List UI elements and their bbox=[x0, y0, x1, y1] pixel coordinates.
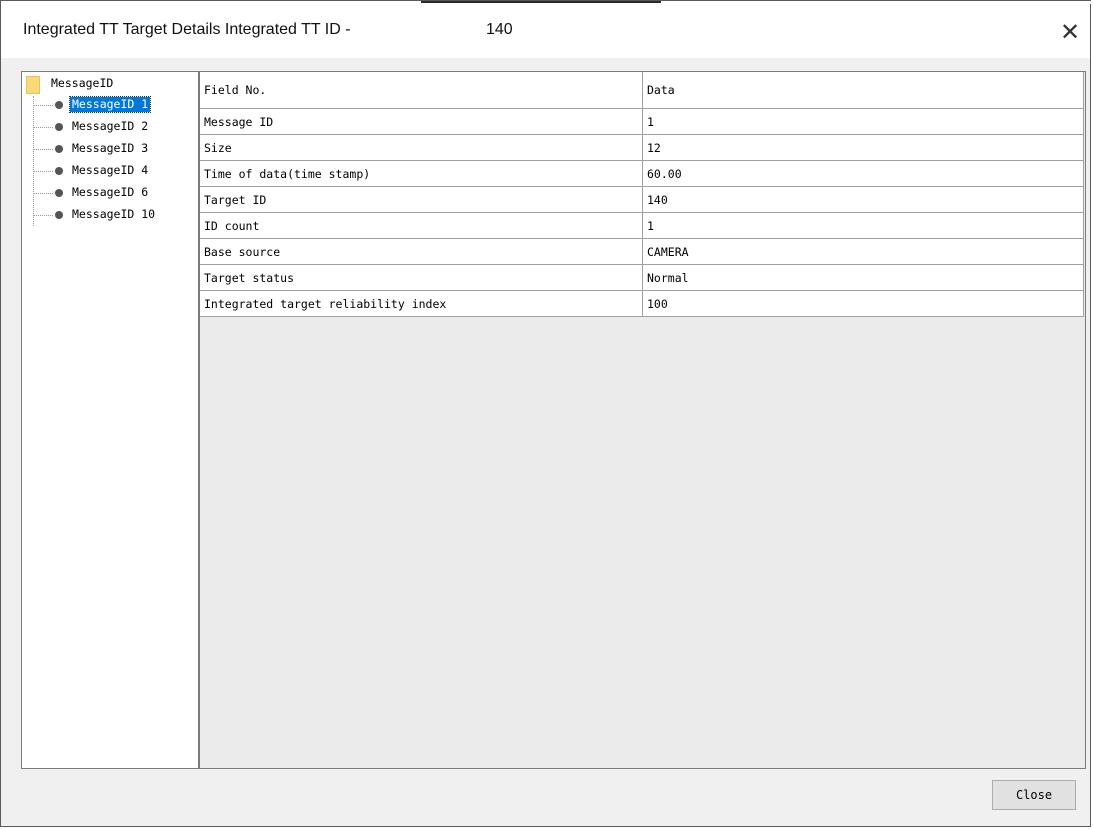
tree-item-label: MessageID 10 bbox=[72, 207, 156, 221]
tree-item-label: MessageID 6 bbox=[72, 185, 149, 199]
table-row[interactable]: Base source CAMERA bbox=[200, 238, 1084, 265]
table-row[interactable]: Target ID 140 bbox=[200, 186, 1084, 213]
field-cell: Base source bbox=[200, 238, 643, 265]
tree-item-label: MessageID 1 bbox=[68, 96, 152, 113]
dialog-body: MessageID MessageID 1 MessageID 2 Messag… bbox=[1, 58, 1090, 826]
data-grid-panel: Field No. Data Message ID 1 Size 12 Time… bbox=[199, 71, 1086, 769]
window-title-id: 140 bbox=[486, 21, 513, 38]
field-cell: Target ID bbox=[200, 186, 643, 213]
column-header-data[interactable]: Data bbox=[642, 72, 1084, 109]
data-cell: 12 bbox=[642, 134, 1084, 161]
tree-root-label: MessageID bbox=[51, 76, 114, 90]
data-cell: Normal bbox=[642, 264, 1084, 291]
close-button[interactable]: Close bbox=[992, 780, 1076, 810]
window-title: Integrated TT Target Details Integrated … bbox=[23, 21, 351, 38]
field-cell: Integrated target reliability index bbox=[200, 290, 643, 317]
field-cell: Time of data(time stamp) bbox=[200, 160, 643, 187]
close-icon[interactable]: ✕ bbox=[1053, 16, 1087, 50]
table-row[interactable]: Time of data(time stamp) 60.00 bbox=[200, 160, 1084, 187]
field-cell: Message ID bbox=[200, 108, 643, 135]
field-cell: Size bbox=[200, 134, 643, 161]
table-row[interactable]: Message ID 1 bbox=[200, 108, 1084, 135]
table-row[interactable]: Integrated target reliability index 100 bbox=[200, 290, 1084, 317]
table-row[interactable]: Size 12 bbox=[200, 134, 1084, 161]
tree-item-message-1[interactable]: MessageID 1 bbox=[33, 96, 193, 114]
bullet-icon bbox=[55, 189, 63, 197]
tree-item-message-6[interactable]: MessageID 6 bbox=[33, 184, 193, 202]
data-cell: 1 bbox=[642, 108, 1084, 135]
tree-item-message-2[interactable]: MessageID 2 bbox=[33, 118, 193, 136]
dialog-window: Integrated TT Target Details Integrated … bbox=[0, 0, 1092, 827]
data-cell: 140 bbox=[642, 186, 1084, 213]
data-cell: 60.00 bbox=[642, 160, 1084, 187]
data-cell: 1 bbox=[642, 212, 1084, 239]
tree-item-message-4[interactable]: MessageID 4 bbox=[33, 162, 193, 180]
column-header-field-no[interactable]: Field No. bbox=[200, 72, 643, 109]
bullet-icon bbox=[55, 145, 63, 153]
table-row[interactable]: ID count 1 bbox=[200, 212, 1084, 239]
title-bar: Integrated TT Target Details Integrated … bbox=[1, 4, 1090, 58]
field-cell: ID count bbox=[200, 212, 643, 239]
bullet-icon bbox=[55, 211, 63, 219]
bullet-icon bbox=[55, 101, 63, 109]
bullet-icon bbox=[55, 167, 63, 175]
tree-item-message-3[interactable]: MessageID 3 bbox=[33, 140, 193, 158]
tree-item-label: MessageID 4 bbox=[72, 163, 149, 177]
data-cell: CAMERA bbox=[642, 238, 1084, 265]
tree-item-label: MessageID 3 bbox=[72, 141, 149, 155]
bullet-icon bbox=[55, 123, 63, 131]
table-row[interactable]: Target status Normal bbox=[200, 264, 1084, 291]
tree-item-message-10[interactable]: MessageID 10 bbox=[33, 206, 193, 224]
message-tree[interactable]: MessageID MessageID 1 MessageID 2 Messag… bbox=[21, 71, 199, 769]
data-grid: Field No. Data Message ID 1 Size 12 Time… bbox=[200, 72, 1084, 317]
folder-icon bbox=[26, 76, 40, 94]
field-cell: Target status bbox=[200, 264, 643, 291]
data-cell: 100 bbox=[642, 290, 1084, 317]
tree-item-label: MessageID 2 bbox=[72, 119, 149, 133]
grid-header-row: Field No. Data bbox=[200, 72, 1084, 109]
